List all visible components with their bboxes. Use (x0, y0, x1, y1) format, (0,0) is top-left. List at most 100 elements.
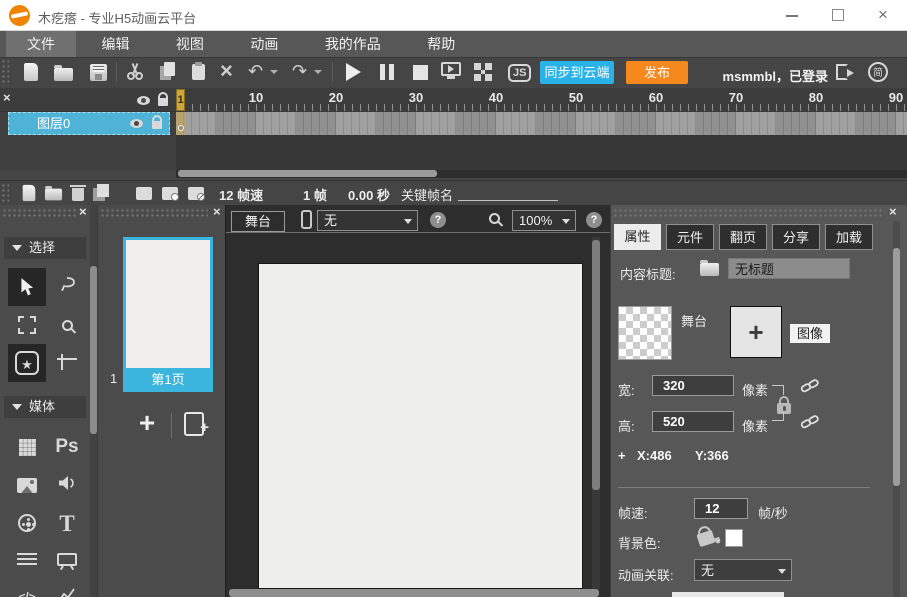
pause-icon[interactable] (380, 64, 394, 80)
logout-icon[interactable] (836, 64, 848, 80)
layer-visibility-icon[interactable] (130, 119, 143, 128)
page-thumbnail[interactable]: 第1页 (123, 237, 213, 392)
open-file-icon[interactable] (54, 68, 73, 81)
tool-audio[interactable] (48, 466, 86, 504)
play-icon[interactable] (346, 63, 361, 81)
add-layer-folder-icon[interactable] (45, 189, 62, 201)
tool-code[interactable]: </> (8, 578, 46, 597)
menu-my-works[interactable]: 我的作品 (304, 31, 402, 57)
timeline-close-icon[interactable]: × (3, 92, 11, 104)
qr-code-icon[interactable] (474, 63, 492, 81)
timeline-toolbar-drag-handle[interactable] (1, 183, 9, 203)
animation-link-dropdown[interactable]: 无 (694, 559, 792, 581)
tool-image[interactable] (8, 466, 46, 504)
clear-keyframe-icon[interactable] (188, 187, 204, 200)
folder-icon[interactable] (700, 263, 719, 276)
layer-frames-strip[interactable] (176, 112, 907, 135)
maximize-button[interactable] (832, 9, 844, 21)
new-file-icon[interactable] (24, 63, 38, 81)
menu-edit[interactable]: 编辑 (80, 31, 150, 57)
background-color-swatch[interactable] (725, 529, 743, 547)
paste-icon[interactable] (192, 64, 205, 80)
tool-select-arrow[interactable] (8, 268, 46, 306)
tools-panel-close-icon[interactable]: × (79, 206, 87, 218)
toolbar-drag-handle[interactable] (1, 59, 9, 86)
properties-scrollbar-thumb[interactable] (893, 248, 900, 486)
tools-panel-drag-handle[interactable] (2, 208, 76, 218)
window-close-button[interactable]: × (878, 5, 888, 25)
stage-transparency-thumbnail[interactable] (618, 306, 672, 360)
redo-dropdown-caret[interactable] (314, 70, 322, 74)
properties-panel-drag-handle[interactable] (613, 208, 883, 218)
menu-animation[interactable]: 动画 (229, 31, 299, 57)
stage-vscroll-thumb[interactable] (592, 240, 600, 490)
add-cover-image-button[interactable]: + (730, 306, 782, 358)
tool-photoshop[interactable]: Ps (48, 428, 86, 466)
tab-page-flip[interactable]: 翻页 (719, 224, 767, 250)
keyframe-name-input[interactable] (458, 185, 558, 201)
publish-button[interactable]: 发布 (626, 61, 688, 84)
pages-panel-drag-handle[interactable] (100, 208, 208, 218)
add-page-button[interactable]: + (132, 410, 162, 440)
tool-guides[interactable] (48, 344, 86, 382)
menu-help[interactable]: 帮助 (406, 31, 476, 57)
layer-lock-icon[interactable] (152, 121, 162, 129)
tools-scrollbar-thumb[interactable] (90, 266, 97, 434)
stop-icon[interactable] (413, 65, 428, 80)
lock-all-icon[interactable] (158, 98, 168, 106)
width-input[interactable] (652, 375, 734, 396)
zoom-help-icon[interactable]: ? (586, 212, 602, 228)
pages-panel-close-icon[interactable]: × (213, 206, 221, 218)
select-section-header[interactable]: 选择 (4, 237, 86, 259)
zoom-level-dropdown[interactable]: 100% (512, 210, 576, 231)
delete-icon[interactable]: × (220, 62, 233, 80)
stage-hscroll-thumb[interactable] (229, 589, 599, 597)
menu-view[interactable]: 视图 (155, 31, 225, 57)
stage-canvas[interactable] (258, 263, 583, 589)
undo-dropdown-caret[interactable] (270, 70, 278, 74)
tool-text[interactable]: T (48, 504, 86, 542)
image-button[interactable]: 图像 (790, 324, 830, 343)
tool-transform[interactable] (8, 306, 46, 344)
tab-share[interactable]: 分享 (772, 224, 820, 250)
properties-panel-close-icon[interactable]: × (889, 206, 897, 218)
insert-frame-icon[interactable] (136, 187, 152, 200)
frame-rate-input[interactable] (694, 498, 748, 519)
keyframe-marker[interactable] (178, 125, 184, 131)
tool-video[interactable] (8, 504, 46, 542)
redo-icon[interactable]: ↷ (292, 62, 307, 80)
tool-slideshow[interactable] (48, 540, 86, 578)
tool-widget[interactable]: ★ (8, 344, 46, 382)
js-code-button[interactable]: JS (508, 64, 531, 82)
duplicate-page-button[interactable] (184, 412, 204, 436)
tab-components[interactable]: 元件 (666, 224, 714, 250)
device-preset-dropdown[interactable]: 无 (317, 210, 418, 231)
width-link-icon[interactable] (800, 377, 820, 400)
sync-to-cloud-button[interactable]: 同步到云端 (540, 61, 614, 84)
content-title-input[interactable] (728, 258, 850, 279)
minimize-button[interactable] (786, 15, 798, 17)
cut-icon[interactable] (127, 63, 143, 80)
insert-keyframe-icon[interactable] (162, 187, 178, 200)
add-layer-icon[interactable] (23, 185, 36, 201)
media-section-header[interactable]: 媒体 (4, 396, 86, 418)
tab-loading[interactable]: 加载 (825, 224, 873, 250)
tool-paragraph[interactable] (8, 540, 46, 578)
layer-row[interactable]: 图层0 (8, 112, 170, 135)
undo-icon[interactable]: ↶ (248, 62, 263, 80)
tool-library[interactable] (8, 428, 46, 466)
height-input[interactable] (652, 411, 734, 432)
tool-chart[interactable] (48, 578, 86, 597)
visibility-all-icon[interactable] (137, 96, 150, 105)
save-icon[interactable] (90, 64, 107, 81)
menu-file[interactable]: 文件 (6, 31, 76, 57)
playhead[interactable]: 1 (176, 89, 185, 111)
tab-properties[interactable]: 属性 (614, 224, 661, 250)
stage-tab[interactable]: 舞台 (231, 211, 285, 232)
copy-icon[interactable] (160, 66, 171, 80)
tool-zoom[interactable] (48, 306, 86, 344)
language-toggle-icon[interactable]: 简 (868, 62, 888, 82)
delete-layer-icon[interactable] (72, 188, 84, 201)
timeline-hscroll-thumb[interactable] (178, 170, 437, 177)
device-help-icon[interactable]: ? (430, 212, 446, 228)
